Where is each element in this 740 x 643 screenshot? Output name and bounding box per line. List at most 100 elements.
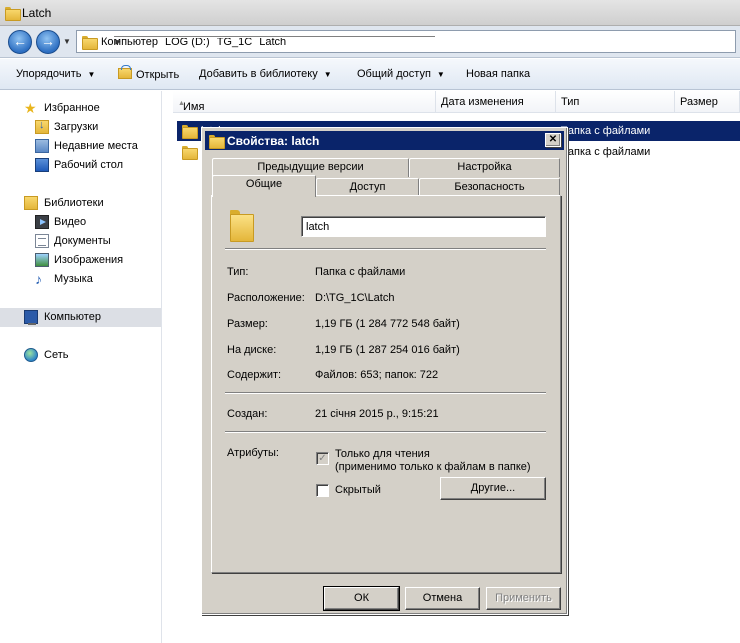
folder-icon <box>5 7 21 21</box>
nav-downloads-label: Загрузки <box>54 121 99 133</box>
column-header-type[interactable]: Тип <box>556 91 675 113</box>
pictures-icon <box>35 253 49 267</box>
readonly-note: (применимо только к файлам в папке) <box>335 461 531 473</box>
star-icon: ★ <box>24 100 37 116</box>
dialog-titlebar[interactable]: Свойства: latch ✕ <box>205 131 564 150</box>
nav-downloads[interactable]: Загрузки <box>0 118 161 137</box>
folder-icon <box>209 135 225 149</box>
column-date-label: Дата изменения <box>441 96 524 108</box>
arrow-left-icon: ← <box>13 33 27 49</box>
created-value: 21 січня 2015 р., 9:15:21 <box>315 408 439 420</box>
advanced-button-label: Другие... <box>470 482 516 494</box>
nav-favorites-label: Избранное <box>44 102 100 114</box>
network-icon <box>24 348 38 362</box>
column-header-date[interactable]: Дата изменения <box>436 91 556 113</box>
organize-button[interactable]: Упорядочить ▼ <box>16 68 95 80</box>
desktop-icon <box>35 158 49 172</box>
folder-icon <box>82 36 98 50</box>
new-folder-button[interactable]: Новая папка <box>466 68 530 80</box>
documents-icon <box>35 234 49 248</box>
tab-customize[interactable]: Настройка <box>409 158 560 177</box>
navigation-pane: ★ Избранное Загрузки Недавние места Рабо… <box>0 91 162 643</box>
file-type: Папка с файлами <box>560 125 651 137</box>
properties-dialog: Свойства: latch ✕ Предыдущие версии Наст… <box>201 127 568 615</box>
dialog-title: Свойства: latch <box>227 134 320 148</box>
readonly-checkbox[interactable]: ✓ <box>316 452 329 465</box>
nav-favorites[interactable]: ★ Избранное <box>0 99 161 118</box>
tab-sharing-label: Доступ <box>349 181 386 193</box>
close-button[interactable]: ✕ <box>545 133 561 147</box>
nav-pictures[interactable]: Изображения <box>0 251 161 270</box>
address-input[interactable]: ► Компьютер ► LOG (D:) ► TG_1C ► Latch ► <box>76 30 736 53</box>
nav-computer[interactable]: Компьютер <box>0 308 161 327</box>
tab-general[interactable]: Общие <box>212 175 316 197</box>
libraries-icon <box>24 196 38 210</box>
music-note-icon: ♪ <box>35 271 42 287</box>
folder-name-input[interactable] <box>301 216 546 237</box>
divider <box>225 392 546 394</box>
nav-documents[interactable]: Документы <box>0 232 161 251</box>
checkmark-icon: ✓ <box>318 453 327 464</box>
chevron-down-icon: ▼ <box>323 70 332 79</box>
contains-label: Содержит: <box>227 369 282 381</box>
breadcrumb: ► Компьютер ► LOG (D:) ► TG_1C ► Latch ► <box>101 36 435 48</box>
location-label: Расположение: <box>227 292 305 304</box>
close-icon: ✕ <box>548 134 558 145</box>
forward-button[interactable]: → <box>36 30 60 54</box>
arrow-right-icon: → <box>41 33 55 49</box>
nav-desktop[interactable]: Рабочий стол <box>0 156 161 175</box>
readonly-label: Только для чтения <box>335 448 430 460</box>
apply-button[interactable]: Применить <box>486 587 561 610</box>
open-button[interactable]: Открыть <box>118 65 180 81</box>
window-titlebar: Latch <box>0 0 740 26</box>
column-name-label: Имя <box>183 101 205 113</box>
advanced-attributes-button[interactable]: Другие... <box>440 477 546 500</box>
created-label: Создан: <box>227 408 268 420</box>
cancel-label: Отмена <box>422 592 463 604</box>
attributes-label: Атрибуты: <box>227 447 279 459</box>
open-folder-icon <box>118 65 132 79</box>
size-value: 1,19 ГБ (1 284 772 548 байт) <box>315 318 460 330</box>
tab-previous-versions-label: Предыдущие версии <box>257 161 364 173</box>
chevron-right-icon[interactable]: ► <box>114 36 435 46</box>
cancel-button[interactable]: Отмена <box>405 587 480 610</box>
hidden-checkbox[interactable] <box>316 484 329 497</box>
computer-icon <box>24 310 38 325</box>
ok-button[interactable]: ОК <box>323 586 400 611</box>
nav-music-label: Музыка <box>54 273 93 285</box>
nav-desktop-label: Рабочий стол <box>54 159 124 171</box>
nav-libraries-label: Библиотеки <box>44 197 104 209</box>
nav-recent[interactable]: Недавние места <box>0 137 161 156</box>
open-label: Открыть <box>136 69 180 81</box>
folder-icon <box>182 146 198 160</box>
nav-video-label: Видео <box>54 216 87 228</box>
folder-icon <box>182 125 198 139</box>
organize-label: Упорядочить <box>16 68 82 80</box>
tab-customize-label: Настройка <box>457 161 512 173</box>
type-label: Тип: <box>227 266 249 278</box>
location-value: D:\TG_1C\Latch <box>315 292 395 304</box>
chevron-down-icon: ▼ <box>436 70 445 79</box>
back-button[interactable]: ← <box>8 30 32 54</box>
share-label: Общий доступ <box>357 68 431 80</box>
nav-music[interactable]: ♪ Музыка <box>0 270 161 289</box>
column-header-size[interactable]: Размер <box>675 91 740 113</box>
column-size-label: Размер <box>680 96 718 108</box>
address-bar-area: ← → ▼ ► Компьютер ► LOG (D:) ► TG_1C ► L… <box>0 26 740 58</box>
downloads-icon <box>35 119 49 134</box>
nav-network[interactable]: Сеть <box>0 346 161 365</box>
share-button[interactable]: Общий доступ ▼ <box>357 68 445 80</box>
new-folder-label: Новая папка <box>466 68 531 80</box>
hidden-label: Скрытый <box>335 484 381 496</box>
nav-video[interactable]: Видео <box>0 213 161 232</box>
column-header-name[interactable]: Имя ▲ <box>173 91 436 113</box>
type-value: Папка с файлами <box>315 266 406 278</box>
nav-pictures-label: Изображения <box>54 254 124 266</box>
add-to-library-button[interactable]: Добавить в библиотеку ▼ <box>199 68 332 80</box>
ok-label: ОК <box>354 592 369 604</box>
nav-documents-label: Документы <box>54 235 111 247</box>
nav-computer-label: Компьютер <box>44 311 101 323</box>
recent-places-icon <box>35 139 49 153</box>
nav-libraries[interactable]: Библиотеки <box>0 194 161 213</box>
recent-pages-dropdown-icon[interactable]: ▼ <box>63 37 71 46</box>
